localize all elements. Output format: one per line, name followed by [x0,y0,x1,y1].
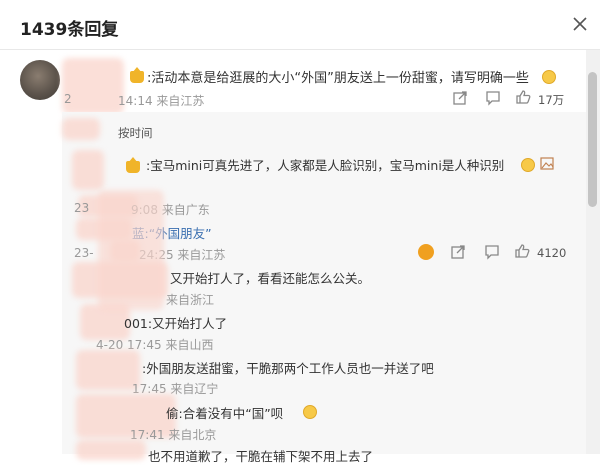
emoji-icon [303,405,317,419]
reply-text: 偷:合着没有中“国”呗 [166,406,284,421]
comment-icon[interactable] [485,90,501,106]
share-icon[interactable] [452,90,468,106]
warning-icon[interactable] [418,244,434,260]
reply-text: 001:又开始打人了 [124,316,228,331]
redaction-blur [98,190,164,310]
reply-time: 来自浙江 [166,293,215,307]
reply-text: 也不用道歉了，干脆在辅下架不用上去了 [148,449,374,464]
close-icon[interactable] [570,14,590,34]
reply-like-count: 4120 [537,246,567,260]
main-comment-time: 14:14 来自江苏 [118,94,205,108]
reply-text: 又开始打人了，看看还能怎么公关。 [170,271,371,286]
dialog-header: 1439条回复 [0,0,600,50]
redaction-blur [76,440,146,460]
sort-by-time[interactable]: 按时间 [118,125,153,141]
reply-count-title: 1439条回复 [20,20,119,40]
comment-icon[interactable] [484,244,500,260]
scrollbar-thumb[interactable] [588,72,597,207]
reply-date: 23 [74,201,90,215]
main-comment-date: 2 [64,92,72,106]
reply-date: 23- [74,246,94,260]
thumbs-up-icon[interactable] [515,89,531,105]
thumbs-up-icon[interactable] [514,243,530,259]
main-comment-text: :活动本意是给逛展的大小“外国”朋友送上一份甜蜜，请写明确一些 [147,71,529,86]
share-icon[interactable] [450,244,466,260]
redaction-blur [76,350,140,390]
emoji-icon [521,158,535,172]
reply-text: :外国朋友送甜蜜，干脆那两个工作人员也一并送了吧 [142,361,434,376]
redaction-blur [62,118,100,140]
crown-badge-icon [126,157,140,173]
image-icon[interactable] [540,157,554,170]
reply-text: :宝马mini可真先进了，人家都是人脸识别，宝马mini是人种识别 [146,158,505,173]
crown-badge-icon [130,67,144,83]
avatar[interactable] [20,60,60,100]
main-like-count: 17万 [538,93,565,107]
redaction-blur [72,150,104,190]
emoji-icon [542,70,556,84]
